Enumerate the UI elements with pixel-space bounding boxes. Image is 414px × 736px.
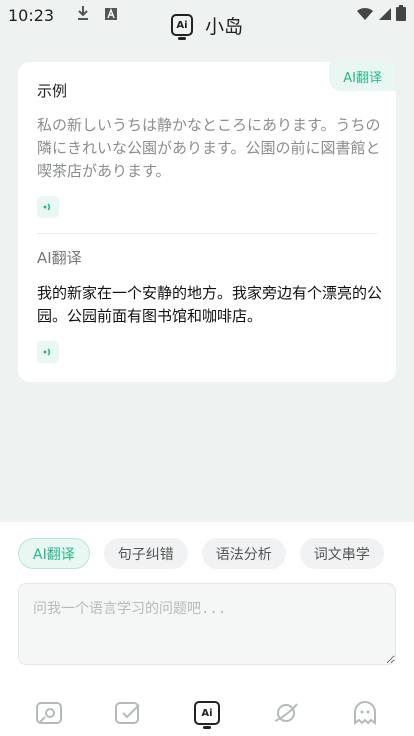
logo-text: Ai bbox=[176, 19, 188, 31]
divider bbox=[37, 233, 377, 234]
chinese-translation-text: 我的新家在一个安静的地方。我家旁边有个漂亮的公园。公园前面有图书馆和咖啡店。 bbox=[37, 284, 383, 325]
play-translation-audio-button[interactable] bbox=[37, 341, 59, 363]
nav-explore[interactable] bbox=[268, 695, 304, 731]
play-example-audio-button[interactable] bbox=[37, 196, 59, 218]
app-logo-icon: Ai bbox=[170, 14, 193, 36]
translation-label: AI翻译 bbox=[37, 249, 82, 267]
bottom-panel: AI翻译 句子纠错 语法分析 词文串学 Ai bbox=[0, 522, 414, 736]
nav-ai[interactable]: Ai bbox=[189, 695, 225, 731]
example-label: 示例 bbox=[37, 82, 68, 100]
nav-profile[interactable] bbox=[347, 695, 383, 731]
check-note-icon bbox=[115, 702, 140, 724]
nav-photo[interactable] bbox=[31, 695, 67, 731]
chip-sentence-correction[interactable]: 句子纠错 bbox=[103, 538, 188, 569]
nav-notes[interactable] bbox=[110, 695, 146, 731]
sound-icon bbox=[43, 203, 51, 211]
app-header: Ai 小岛 bbox=[0, 8, 414, 42]
bottom-nav: Ai bbox=[0, 690, 414, 736]
japanese-example-text: 私の新しいうちは静かなところにあります。うちの隣にきれいな公園があります。公園の… bbox=[37, 116, 381, 180]
card-badge: AI翻译 bbox=[329, 62, 396, 91]
question-input[interactable] bbox=[18, 583, 396, 665]
chip-word-study[interactable]: 词文串学 bbox=[299, 538, 384, 569]
photo-icon bbox=[36, 702, 63, 724]
feature-chips: AI翻译 句子纠错 语法分析 词文串学 bbox=[18, 538, 384, 569]
translation-card: AI翻译 示例 私の新しいうちは静かなところにあります。うちの隣にきれいな公園が… bbox=[18, 62, 396, 382]
planet-icon bbox=[274, 703, 298, 722]
sound-icon bbox=[43, 348, 51, 356]
ai-icon: Ai bbox=[193, 701, 220, 725]
chip-grammar-analysis[interactable]: 语法分析 bbox=[201, 538, 286, 569]
page-title: 小岛 bbox=[204, 15, 243, 38]
chip-ai-translate[interactable]: AI翻译 bbox=[18, 538, 90, 569]
ai-icon-label: Ai bbox=[201, 707, 213, 719]
ghost-icon bbox=[353, 701, 376, 725]
